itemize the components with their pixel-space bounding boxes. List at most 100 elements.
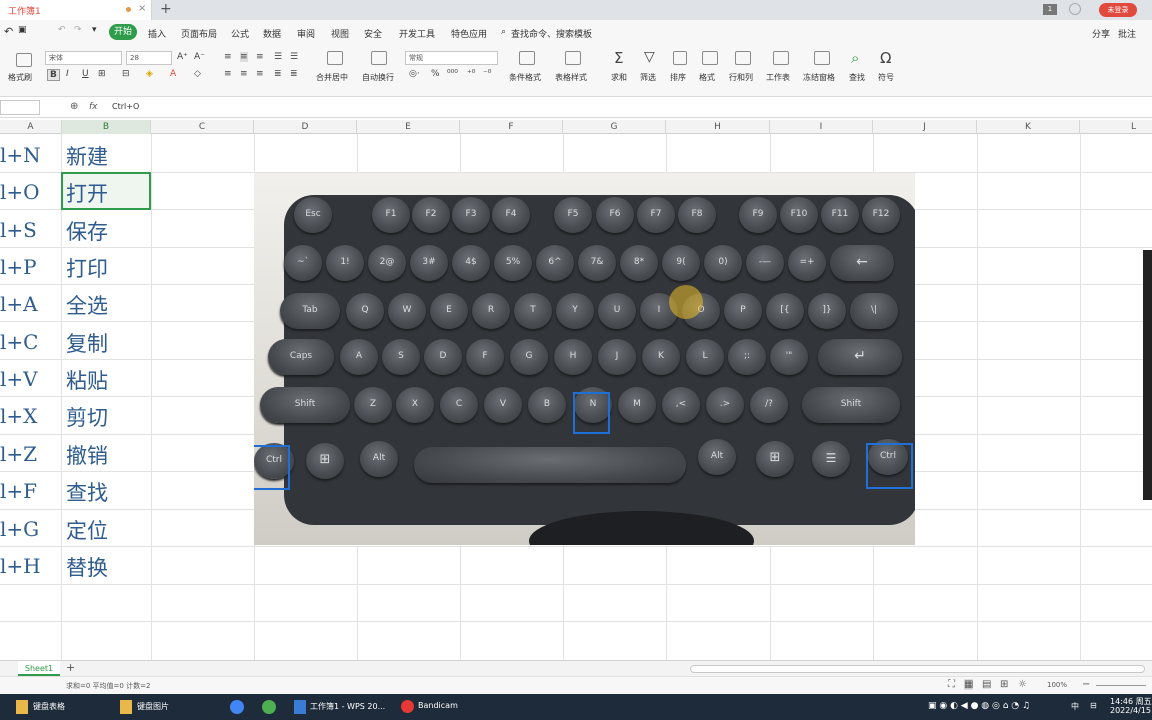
taskbar-item-bandicam[interactable]: Bandicam bbox=[418, 701, 458, 710]
cell-a3[interactable]: l+S bbox=[0, 218, 60, 242]
merge-center-label[interactable]: 合并居中 bbox=[316, 72, 348, 83]
name-box[interactable] bbox=[0, 100, 40, 115]
strikethrough-icon[interactable]: ⊟ bbox=[122, 69, 130, 79]
zoom-slider[interactable] bbox=[1096, 685, 1146, 686]
worksheet-label[interactable]: 工作表 bbox=[766, 72, 790, 83]
freeze-panes-label[interactable]: 冻结窗格 bbox=[803, 72, 835, 83]
italic-button[interactable]: I bbox=[66, 69, 69, 79]
wps-icon[interactable] bbox=[294, 700, 306, 714]
sort-label[interactable]: 排序 bbox=[670, 72, 686, 83]
skin-icon[interactable] bbox=[1069, 3, 1081, 15]
bold-button[interactable]: B bbox=[47, 69, 60, 81]
ime-indicator[interactable]: 中 bbox=[1071, 701, 1079, 712]
taskbar-item-wps[interactable]: 工作簿1 - WPS 20... bbox=[310, 701, 385, 712]
column-header-a[interactable]: A bbox=[0, 120, 62, 134]
symbol-label[interactable]: 符号 bbox=[878, 72, 894, 83]
filter-icon[interactable]: ▽ bbox=[644, 49, 655, 65]
wrap-text-label[interactable]: 自动换行 bbox=[362, 72, 394, 83]
cell-a4[interactable]: l+P bbox=[0, 255, 60, 279]
find-label[interactable]: 查找 bbox=[849, 72, 865, 83]
floating-toolbar[interactable] bbox=[1143, 250, 1152, 500]
cell-a2[interactable]: l+O bbox=[0, 180, 60, 204]
cell-a12[interactable]: l+H bbox=[0, 554, 60, 578]
sort-icon[interactable] bbox=[673, 51, 687, 65]
align-left-icon[interactable]: ≡ bbox=[224, 69, 232, 79]
column-header-l[interactable]: L bbox=[1080, 120, 1152, 134]
menu-formula[interactable]: 公式 bbox=[231, 27, 249, 40]
sum-label[interactable]: 求和 bbox=[611, 72, 627, 83]
row-column-icon[interactable] bbox=[735, 51, 751, 65]
fill-color-icon[interactable]: ◈ bbox=[146, 69, 153, 79]
normal-view-icon[interactable]: ▦ bbox=[964, 679, 974, 690]
cell-a7[interactable]: l+V bbox=[0, 367, 60, 391]
table-style-icon[interactable] bbox=[565, 51, 581, 65]
cell-b3[interactable]: 保存 bbox=[66, 216, 108, 246]
column-header-j[interactable]: J bbox=[873, 120, 977, 134]
number-format-select[interactable]: 常规 bbox=[405, 51, 498, 65]
formula-input[interactable]: Ctrl+O bbox=[112, 102, 139, 111]
decrease-decimal-icon[interactable]: ⁻⁰ bbox=[483, 69, 491, 79]
cell-a5[interactable]: l+A bbox=[0, 292, 60, 316]
menu-insert[interactable]: 插入 bbox=[148, 27, 166, 40]
format-painter-icon[interactable] bbox=[16, 53, 32, 67]
login-button[interactable]: 未登录 bbox=[1099, 3, 1137, 17]
column-header-c[interactable]: C bbox=[151, 120, 254, 134]
cell-b10[interactable]: 查找 bbox=[66, 477, 108, 507]
decrease-font-icon[interactable]: A⁻ bbox=[194, 52, 205, 62]
window-count-badge[interactable]: 1 bbox=[1043, 4, 1057, 15]
chrome-icon[interactable] bbox=[230, 700, 244, 714]
menu-start[interactable]: 开始 bbox=[109, 24, 137, 40]
reading-mode-icon[interactable]: ☼ bbox=[1018, 679, 1027, 690]
cell-a8[interactable]: l+X bbox=[0, 404, 60, 428]
cell-a6[interactable]: l+C bbox=[0, 330, 60, 354]
align-top-icon[interactable]: ≡ bbox=[224, 52, 232, 62]
find-icon[interactable]: ⌕ bbox=[851, 49, 859, 67]
fullscreen-icon[interactable]: ⛶ bbox=[948, 679, 955, 690]
align-right-icon[interactable]: ≡ bbox=[256, 69, 264, 79]
comment-button[interactable]: 批注 bbox=[1118, 27, 1136, 40]
cell-b11[interactable]: 定位 bbox=[66, 515, 108, 545]
zoom-icon[interactable]: ⊕ bbox=[70, 101, 78, 112]
file-icon[interactable]: ▣ bbox=[18, 25, 27, 35]
font-size-select[interactable]: 28 bbox=[126, 51, 172, 65]
thousands-icon[interactable]: ⁰⁰⁰ bbox=[447, 69, 458, 79]
clock-date[interactable]: 2022/4/15 bbox=[1110, 706, 1151, 715]
font-color-icon[interactable]: A bbox=[170, 69, 176, 79]
undo-icon[interactable]: ↶ bbox=[4, 25, 13, 38]
ime-mode-icon[interactable]: ⊟ bbox=[1090, 701, 1097, 710]
column-header-d[interactable]: D bbox=[254, 120, 357, 134]
column-header-k[interactable]: K bbox=[977, 120, 1080, 134]
align-middle-icon[interactable]: ≡ bbox=[240, 52, 248, 62]
column-header-f[interactable]: F bbox=[460, 120, 563, 134]
add-sheet-button[interactable]: + bbox=[66, 661, 75, 674]
record-icon[interactable] bbox=[401, 700, 414, 713]
cell-b2[interactable]: 打开 bbox=[66, 178, 108, 208]
quick-menu-chevron-icon[interactable]: ▾ bbox=[92, 25, 97, 35]
currency-icon[interactable]: ◎· bbox=[409, 69, 420, 79]
clear-format-icon[interactable]: ◇ bbox=[194, 69, 201, 79]
cell-a11[interactable]: l+G bbox=[0, 517, 60, 541]
command-search[interactable]: 查找命令、搜索模板 bbox=[511, 27, 592, 40]
redo-arrow-icon[interactable]: ↷ bbox=[74, 25, 82, 35]
align-center-icon[interactable]: ≡ bbox=[240, 69, 248, 79]
merge-center-icon[interactable] bbox=[327, 51, 343, 65]
cell-a9[interactable]: l+Z bbox=[0, 442, 60, 466]
indent-icon[interactable]: ☰ bbox=[274, 52, 282, 62]
worksheet-icon[interactable] bbox=[773, 51, 789, 65]
cell-b5[interactable]: 全选 bbox=[66, 290, 108, 320]
menu-page-layout[interactable]: 页面布局 bbox=[181, 27, 217, 40]
format-icon[interactable] bbox=[702, 51, 718, 65]
wrap-text-icon[interactable] bbox=[371, 51, 387, 65]
border-icon[interactable]: ⊞ bbox=[98, 69, 106, 79]
align-bottom-icon[interactable]: ≡ bbox=[256, 52, 264, 62]
horizontal-scrollbar[interactable] bbox=[690, 665, 1145, 673]
search-icon[interactable]: ⌕ bbox=[501, 27, 506, 37]
menu-view[interactable]: 视图 bbox=[331, 27, 349, 40]
conditional-format-label[interactable]: 条件格式 bbox=[509, 72, 541, 83]
zoom-level[interactable]: 100% bbox=[1047, 681, 1067, 689]
format-label[interactable]: 格式 bbox=[699, 72, 715, 83]
column-header-b[interactable]: B bbox=[62, 120, 151, 134]
menu-review[interactable]: 审阅 bbox=[297, 27, 315, 40]
column-header-i[interactable]: I bbox=[770, 120, 873, 134]
menu-developer[interactable]: 开发工具 bbox=[399, 27, 435, 40]
